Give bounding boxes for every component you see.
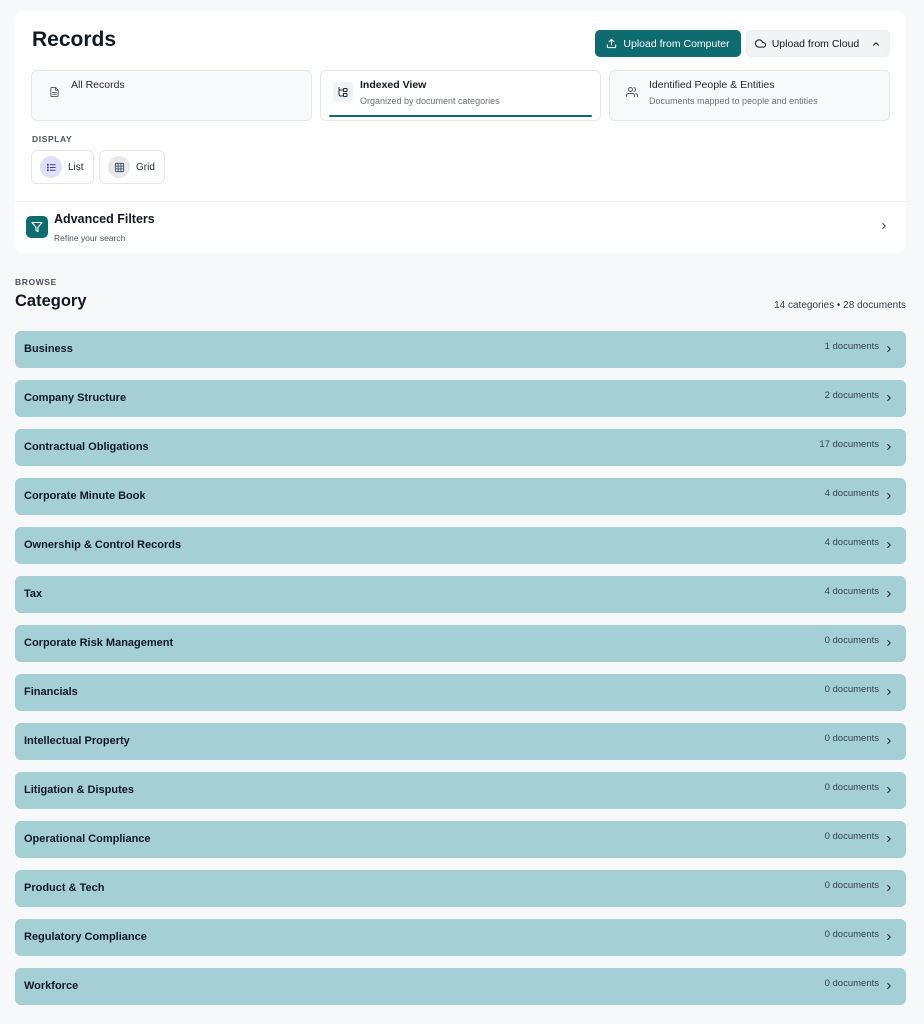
browse-eyebrow: BROWSE	[15, 277, 57, 287]
grid-icon	[108, 156, 130, 178]
chevron-right-icon	[887, 640, 891, 646]
category-row[interactable]: Business 1 documents	[15, 331, 906, 368]
cloud-icon	[754, 39, 766, 48]
upload-icon	[607, 38, 617, 49]
list-icon	[40, 156, 62, 178]
upload-from-computer-button[interactable]: Upload from Computer	[595, 30, 741, 57]
category-row[interactable]: Workforce 0 documents	[15, 968, 906, 1005]
users-icon	[622, 82, 642, 102]
category-name: Product & Tech	[24, 882, 105, 894]
category-name: Financials	[24, 686, 78, 698]
category-row[interactable]: Regulatory Compliance 0 documents	[15, 919, 906, 956]
category-count: 0 documents	[824, 880, 879, 891]
display-grid-button[interactable]: Grid	[99, 150, 165, 184]
category-count: 0 documents	[824, 684, 879, 695]
category-name: Corporate Minute Book	[24, 490, 146, 502]
tab-indexed-view-label: Indexed View	[360, 79, 427, 91]
category-count: 0 documents	[824, 831, 879, 842]
tab-all-records[interactable]: All Records	[31, 70, 312, 121]
chevron-right-icon	[882, 223, 886, 229]
document-icon	[44, 82, 64, 102]
tab-indexed-view-subtitle: Organized by document categories	[360, 96, 500, 106]
category-name: Litigation & Disputes	[24, 784, 134, 796]
advanced-filters-subtitle: Refine your search	[54, 233, 126, 243]
tab-indexed-view[interactable]: Indexed View Organized by document categ…	[320, 70, 601, 121]
category-count: 0 documents	[824, 782, 879, 793]
category-row[interactable]: Tax 4 documents	[15, 576, 906, 613]
advanced-filters-title: Advanced Filters	[54, 212, 155, 226]
category-name: Company Structure	[24, 392, 127, 404]
tab-people-entities[interactable]: Identified People & Entities Documents m…	[609, 70, 890, 121]
category-row[interactable]: Operational Compliance 0 documents	[15, 821, 906, 858]
records-card: Records Upload from Computer Upload from…	[15, 11, 906, 253]
category-count: 0 documents	[824, 733, 879, 744]
category-name: Operational Compliance	[24, 833, 151, 845]
category-count: 17 documents	[819, 439, 879, 450]
category-name: Business	[24, 343, 73, 355]
page-title: Records	[32, 28, 117, 51]
category-row[interactable]: Company Structure 2 documents	[15, 380, 906, 417]
chevron-right-icon	[887, 836, 891, 842]
chevron-right-icon	[887, 738, 891, 744]
chevron-right-icon	[887, 983, 891, 989]
display-grid-label: Grid	[136, 161, 155, 173]
category-count: 4 documents	[824, 488, 879, 499]
category-name: Ownership & Control Records	[24, 539, 182, 551]
category-row[interactable]: Product & Tech 0 documents	[15, 870, 906, 907]
category-name: Intellectual Property	[24, 735, 130, 747]
category-summary: 14 categories • 28 documents	[774, 300, 906, 311]
chevron-right-icon	[887, 346, 891, 352]
upload-from-cloud-label: Upload from Cloud	[771, 37, 860, 50]
advanced-filters-toggle[interactable]: Advanced Filters Refine your search	[15, 202, 906, 253]
chevron-right-icon	[887, 444, 891, 450]
category-name: Tax	[24, 588, 43, 600]
category-row[interactable]: Corporate Minute Book 4 documents	[15, 478, 906, 515]
category-list: Business 1 documents Company Structure 2 do…	[15, 331, 906, 1017]
chevron-right-icon	[887, 493, 891, 499]
chevron-right-icon	[887, 542, 891, 548]
tab-people-entities-label: Identified People & Entities	[649, 79, 775, 91]
upload-from-computer-label: Upload from Computer	[623, 37, 730, 50]
category-name: Regulatory Compliance	[24, 931, 147, 943]
category-count: 0 documents	[824, 978, 879, 989]
filter-icon	[26, 216, 48, 238]
category-count: 0 documents	[824, 635, 879, 646]
chevron-right-icon	[887, 591, 891, 597]
upload-from-cloud-button[interactable]: Upload from Cloud	[746, 30, 890, 57]
category-count: 2 documents	[824, 390, 879, 401]
category-name: Contractual Obligations	[24, 441, 149, 453]
category-count: 4 documents	[824, 586, 879, 597]
category-row[interactable]: Intellectual Property 0 documents	[15, 723, 906, 760]
active-tab-indicator	[329, 115, 592, 117]
category-name: Corporate Risk Management	[24, 637, 174, 649]
category-name: Workforce	[24, 980, 79, 992]
display-list-label: List	[68, 161, 84, 173]
category-row[interactable]: Corporate Risk Management 0 documents	[15, 625, 906, 662]
category-title: Category	[15, 292, 87, 310]
category-row[interactable]: Litigation & Disputes 0 documents	[15, 772, 906, 809]
category-row[interactable]: Contractual Obligations 17 documents	[15, 429, 906, 466]
chevron-right-icon	[887, 787, 891, 793]
chevron-right-icon	[887, 934, 891, 940]
category-count: 1 documents	[824, 341, 879, 352]
chevron-right-icon	[887, 885, 891, 891]
display-list-button[interactable]: List	[31, 150, 94, 184]
chevron-up-icon	[873, 41, 880, 46]
display-label: DISPLAY	[32, 134, 73, 144]
tree-index-icon	[333, 82, 353, 102]
chevron-right-icon	[887, 689, 891, 695]
chevron-right-icon	[887, 395, 891, 401]
category-count: 4 documents	[824, 537, 879, 548]
category-row[interactable]: Financials 0 documents	[15, 674, 906, 711]
tab-all-records-label: All Records	[71, 79, 125, 91]
category-count: 0 documents	[824, 929, 879, 940]
category-row[interactable]: Ownership & Control Records 4 documents	[15, 527, 906, 564]
tab-people-entities-subtitle: Documents mapped to people and entities	[649, 96, 818, 106]
